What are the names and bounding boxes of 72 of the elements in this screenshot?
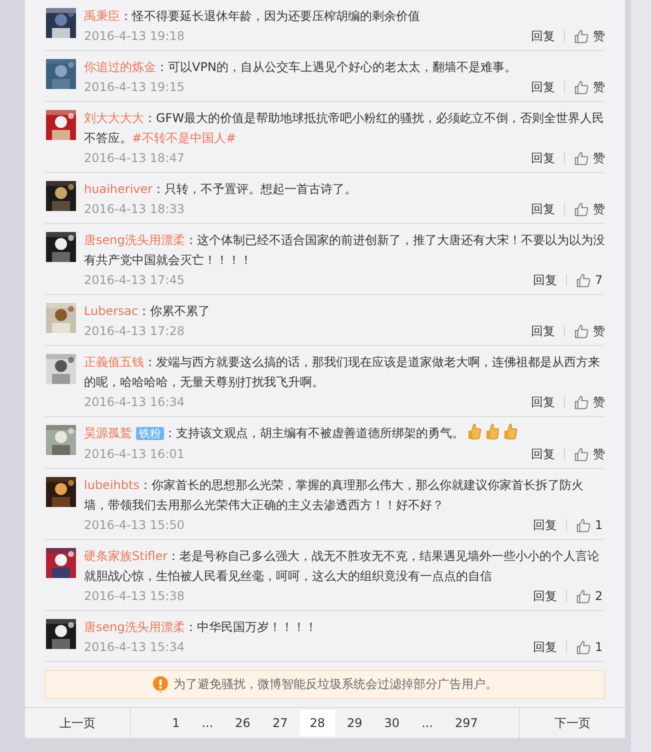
comment-text: 禹秉臣：怪不得要延长退休年龄，因为还要压榨胡编的剩余价值 <box>84 8 421 25</box>
like-count[interactable]: 赞 <box>593 200 605 218</box>
page-number[interactable]: 29 <box>337 710 372 736</box>
reply-link[interactable]: 回复 <box>531 322 555 340</box>
thumbs-up-icon[interactable] <box>576 518 591 532</box>
page-number[interactable]: 30 <box>374 710 410 736</box>
thumbs-up-icon <box>467 423 482 440</box>
comment-time: 2016-4-13 16:34 <box>84 395 184 409</box>
comment-time: 2016-4-13 19:18 <box>84 29 184 43</box>
page-number[interactable]: 1 <box>162 710 190 736</box>
comment-text: 唐seng洗头用漂柔：中华民国万岁！！！！ <box>84 619 318 636</box>
thumbs-up-icon <box>503 423 518 440</box>
page-number[interactable]: ... <box>412 710 444 736</box>
comment-text: 硬条家族Stifler：老是号称自己多么强大，战无不胜攻无不克，结果遇见墙外一些小小的个人言论就胆战心惊，生怕被人民看见丝毫，呵呵，这么大的组织竟没有一点点的自信 <box>84 548 601 585</box>
comment-text: Lubersac：你累不累了 <box>84 303 212 320</box>
page-number[interactable]: 297 <box>445 710 488 736</box>
page-number[interactable]: 26 <box>225 710 260 736</box>
like-count[interactable]: 赞 <box>593 78 605 96</box>
like-count[interactable]: 赞 <box>593 322 605 340</box>
thumbs-up-icon[interactable] <box>574 202 589 216</box>
like-count[interactable]: 赞 <box>593 446 605 462</box>
warning-icon <box>152 676 168 693</box>
comment-text: 唐seng洗头用漂柔：这个体制已经不适合国家的前进创新了，推了大唐还有大宋！不要以为以为没有共产党中国就会灭亡！！！！ <box>84 232 605 269</box>
notice-text: 为了避免骚扰，微博智能反垃圾系统会过滤掉部分广告用户。 <box>174 676 498 693</box>
reply-link[interactable]: 回复 <box>533 516 557 534</box>
prev-page-button[interactable]: 上一页 <box>25 708 131 738</box>
comment-text: lubeihbts：你家首长的思想那么光荣，掌握的真理那么伟大，那么你就建议你家首长拆了防火墙，带领我们去用那么光荣伟大正确的主义去渗透西方！！好不好？ <box>84 477 584 514</box>
reply-link[interactable]: 回复 <box>531 446 555 462</box>
reply-link[interactable]: 回复 <box>531 28 555 44</box>
page-number[interactable]: 27 <box>262 710 298 736</box>
reply-link[interactable]: 回复 <box>531 394 555 410</box>
reply-link[interactable]: 回复 <box>531 150 555 166</box>
comment-time: 2016-4-13 15:38 <box>84 589 184 603</box>
thumbs-up-icon[interactable] <box>574 394 589 410</box>
page-number[interactable]: 28 <box>300 710 335 736</box>
like-count[interactable]: 赞 <box>593 394 605 410</box>
comment-text: huaiheriver：只转，不予置评。想起一首古诗了。 <box>84 181 358 198</box>
comment-time: 2016-4-13 17:28 <box>84 324 184 338</box>
thumbs-up-icon[interactable] <box>574 80 589 94</box>
reply-link[interactable]: 回复 <box>533 588 557 604</box>
reply-link[interactable]: 回复 <box>531 200 555 218</box>
comment-time: 2016-4-13 19:15 <box>84 80 184 94</box>
comment-time: 2016-4-13 18:33 <box>84 202 184 216</box>
thumbs-up-icon[interactable] <box>576 272 591 288</box>
comment-text: 昊源孤鹫 铁粉 ：支持该文观点，胡主编有不被虚善道德所绑架的勇气。 <box>84 423 605 444</box>
like-count[interactable]: 赞 <box>593 28 605 44</box>
reply-link[interactable]: 回复 <box>533 638 557 656</box>
comment-text: 刘大大大大：GFW最大的价值是帮助地球抵抗帝吧小粉红的骚扰，必须屹立不倒，否则全世界人民不答应。#不转不是中国人# <box>84 110 605 147</box>
fan-badge: 铁粉 <box>136 427 164 440</box>
reply-link[interactable]: 回复 <box>531 78 555 96</box>
like-count[interactable]: 1 <box>595 518 605 532</box>
thumbs-up-icon[interactable] <box>574 324 589 338</box>
thumbs-up-icon[interactable] <box>574 28 589 44</box>
reply-link[interactable]: 回复 <box>533 272 557 288</box>
comment-time: 2016-4-13 18:47 <box>84 151 184 165</box>
comment-text: 你追过的炼金：可以VPN的，自从公交车上遇见个好心的老太太，翻墙不是难事。 <box>84 59 518 76</box>
comment-time: 2016-4-13 16:01 <box>84 447 184 461</box>
thumbs-up-icon[interactable] <box>576 640 591 654</box>
comment-time: 2016-4-13 15:50 <box>84 518 184 532</box>
comment-time: 2016-4-13 15:34 <box>84 640 184 654</box>
thumbs-up-icon <box>485 423 500 440</box>
next-page-button[interactable]: 下一页 <box>519 708 625 738</box>
like-count[interactable]: 2 <box>595 589 605 603</box>
like-count[interactable]: 赞 <box>593 150 605 166</box>
comment-time: 2016-4-13 17:45 <box>84 273 184 287</box>
thumbs-up-icon[interactable] <box>576 588 591 604</box>
thumbs-up-icon[interactable] <box>574 446 589 462</box>
comment-text: 正義值五钱：发端与西方就要这么搞的话，那我们现在应该是道家做老大啊，连佛祖都是从西方来的呢，哈哈哈哈，无量天尊别打扰我飞升啊。 <box>84 354 601 391</box>
like-count[interactable]: 7 <box>595 273 605 287</box>
like-count[interactable]: 1 <box>595 640 605 654</box>
page-number[interactable]: ... <box>192 710 224 736</box>
thumbs-up-icon[interactable] <box>574 150 589 166</box>
